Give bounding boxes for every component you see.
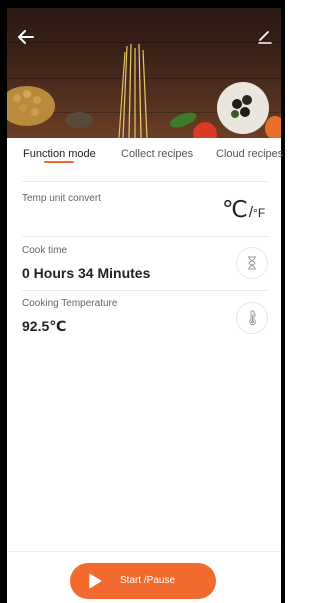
pepper bbox=[265, 116, 281, 138]
temp-unit-toggle[interactable]: ℃/°F bbox=[222, 196, 265, 226]
temp-unit-label: Temp unit convert bbox=[22, 193, 101, 204]
tab-collect-recipes[interactable]: Collect recipes bbox=[121, 148, 193, 160]
hero-image bbox=[7, 8, 281, 138]
cook-time-label: Cook time bbox=[22, 245, 68, 256]
device-frame-right bbox=[281, 0, 285, 603]
tab-bar: Function mode Collect recipes Cloud reci… bbox=[7, 138, 283, 170]
spaghetti bbox=[118, 43, 148, 138]
fahrenheit-unit[interactable]: °F bbox=[253, 206, 265, 220]
divider bbox=[22, 290, 270, 291]
device-frame-left bbox=[0, 0, 7, 603]
pencil-icon[interactable] bbox=[257, 28, 273, 44]
chickpeas bbox=[7, 86, 55, 126]
bottom-bar-divider bbox=[7, 551, 281, 552]
play-icon bbox=[89, 573, 102, 589]
food-illustration bbox=[7, 43, 281, 138]
tomato bbox=[193, 122, 217, 138]
start-pause-button[interactable]: Start /Pause bbox=[70, 563, 216, 599]
tab-cloud-recipes[interactable]: Cloud recipes bbox=[216, 148, 283, 160]
divider bbox=[22, 236, 270, 237]
hourglass-icon bbox=[248, 256, 256, 270]
arrow-left-icon[interactable] bbox=[15, 26, 37, 48]
cook-time-button[interactable] bbox=[236, 247, 268, 279]
cook-time-value[interactable]: 0 Hours 34 Minutes bbox=[22, 265, 150, 281]
start-pause-label: Start /Pause bbox=[120, 575, 176, 586]
cooking-temperature-label: Cooking Temperature bbox=[22, 298, 118, 309]
device-frame-top bbox=[0, 0, 285, 8]
cooking-temperature-value[interactable]: 92.5℃ bbox=[22, 318, 66, 335]
thermometer-icon bbox=[249, 310, 256, 326]
active-tab-indicator bbox=[44, 161, 74, 163]
tab-function-mode[interactable]: Function mode bbox=[23, 148, 96, 160]
spice-bowl bbox=[65, 112, 93, 128]
cooking-temperature-button[interactable] bbox=[236, 302, 268, 334]
divider bbox=[22, 181, 270, 182]
herb-leaf bbox=[169, 112, 197, 128]
celsius-unit[interactable]: ℃ bbox=[222, 196, 248, 222]
